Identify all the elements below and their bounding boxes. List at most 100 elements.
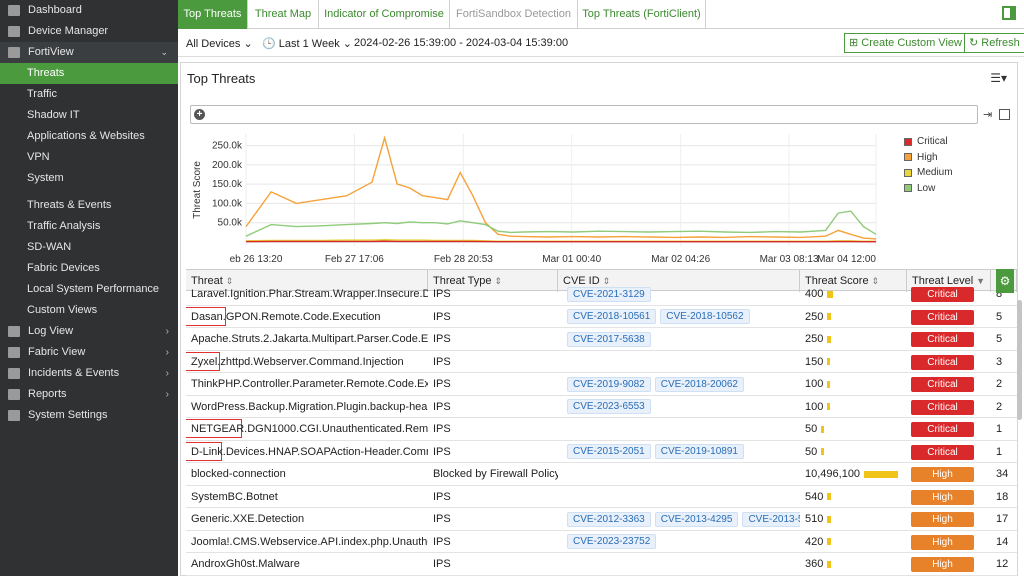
score-value: 510 <box>805 513 824 525</box>
table-row[interactable]: Generic.XXE.Detection IPS CVE-2012-3363 CVE… <box>186 508 1017 531</box>
table-row[interactable]: AndroxGh0st.Malware IPS 360 High 12 <box>186 553 1017 576</box>
tab-top-threats-forticlient[interactable]: Top Threats (FortiClient) <box>578 0 706 29</box>
table-row[interactable]: Joomla!.CMS.Webservice.API.index.php.Una… <box>186 531 1017 553</box>
cell-threat-score: 540 <box>800 486 907 508</box>
table-row[interactable]: Laravel.Ignition.Phar.Stream.Wrapper.Ins… <box>186 283 1017 306</box>
tab-fortisandbox-detection[interactable]: FortiSandbox Detection <box>450 0 578 29</box>
legend-item-critical[interactable]: Critical <box>904 136 948 147</box>
tab-indicator-of-compromise[interactable]: Indicator of Compromise <box>319 0 450 29</box>
cve-tag[interactable]: CVE-2013-4295 <box>654 511 739 527</box>
legend-swatch <box>904 153 912 161</box>
sidebar-subitem-label: Fabric Devices <box>27 262 100 274</box>
reports-icon <box>8 389 20 400</box>
sidebar-item-incidents-events[interactable]: Incidents & Events › <box>0 363 178 384</box>
legend-item-low[interactable]: Low <box>904 183 935 194</box>
cell-threat: AndroxGh0st.Malware <box>186 553 428 575</box>
refresh-button[interactable]: ↻ Refresh <box>964 33 1024 53</box>
sidebar-subitem-threats-events[interactable]: Threats & Events <box>0 195 178 216</box>
sidebar-subitem-label: Traffic <box>27 88 57 100</box>
tab-threat-map[interactable]: Threat Map <box>248 0 319 29</box>
sidebar-item-dashboard[interactable]: Dashboard <box>0 0 178 21</box>
legend-item-medium[interactable]: Medium <box>904 167 953 178</box>
table-row[interactable]: Zyxel.zhttpd.Webserver.Command.Injection… <box>186 351 1017 373</box>
cell-incidents: 5 <box>996 310 1003 323</box>
sidebar-subitem-label: Threats & Events <box>27 199 112 211</box>
threat-level-badge: High <box>911 557 974 572</box>
x-tick-label: Mar 01 00:40 <box>542 254 601 265</box>
cell-threat-score: 50 <box>800 441 907 463</box>
score-value: 250 <box>805 333 824 345</box>
sidebar-subitem-threats[interactable]: Threats <box>0 63 178 84</box>
chevron-down-icon: ⌄ <box>243 38 253 50</box>
sidebar-item-fabric-view[interactable]: Fabric View › <box>0 342 178 363</box>
score-bar <box>827 313 832 321</box>
cve-tag[interactable]: CVE-2023-6553 <box>567 399 651 415</box>
panel-toggle-icon[interactable] <box>1002 6 1016 20</box>
cve-tag[interactable]: CVE-2018-20062 <box>654 376 744 392</box>
tab-top-threats[interactable]: Top Threats <box>178 0 248 29</box>
table-row[interactable]: D-Link.Devices.HNAP.SOAPAction-Header.Co… <box>186 441 1017 463</box>
sidebar-item-log-view[interactable]: Log View › <box>0 321 178 342</box>
cell-threat-score: 360 <box>800 553 907 575</box>
cell-cve-id <box>558 351 800 373</box>
table-row[interactable]: Dasan.GPON.Remote.Code.Execution IPS CVE-2… <box>186 306 1017 328</box>
cve-tag[interactable]: CVE-2015-2051 <box>567 444 651 460</box>
sidebar-subitem-label: Shadow IT <box>27 109 80 121</box>
sidebar-item-fortiview[interactable]: FortiView ⌄ <box>0 42 178 63</box>
sidebar-subitem-applications-websites[interactable]: Applications & Websites <box>0 126 178 147</box>
cell-threat: Apache.Struts.2.Jakarta.Multipart.Parser… <box>186 328 428 350</box>
cell-incidents: 17 <box>996 513 1009 525</box>
column-settings-gear-icon[interactable]: ⚙ <box>996 269 1014 293</box>
cve-tag[interactable]: CVE-2018-10561 <box>567 309 657 325</box>
sidebar-subitem-fabric-devices[interactable]: Fabric Devices <box>0 258 178 279</box>
threats-table: Threat ⇕ Threat Type ⇕ CVE ID ⇕ Threat Scor… <box>186 269 1017 576</box>
table-row[interactable]: NETGEAR.DGN1000.CGI.Unauthenticated.Remo… <box>186 418 1017 441</box>
cve-tag[interactable]: CVE-2012-3363 <box>567 511 651 527</box>
table-row[interactable]: WordPress.Backup.Migration.Plugin.backup… <box>186 396 1017 418</box>
sidebar-subitem-traffic[interactable]: Traffic <box>0 84 178 105</box>
score-value: 100 <box>805 400 824 413</box>
collapse-chart-icon[interactable] <box>999 109 1010 120</box>
cell-threat-type: IPS <box>433 423 451 435</box>
sidebar-subitem-vpn[interactable]: VPN <box>0 147 178 168</box>
panel-menu-icon[interactable]: ☰▾ <box>990 71 1007 85</box>
cve-tag[interactable]: CVE-2017-5638 <box>567 331 651 347</box>
table-row[interactable]: blocked-connection Blocked by Firewall Po… <box>186 463 1017 486</box>
sidebar-subitem-sd-wan[interactable]: SD-WAN <box>0 237 178 258</box>
search-input[interactable]: + <box>190 105 978 124</box>
cell-incidents: 5 <box>996 333 1003 345</box>
sidebar-item-reports[interactable]: Reports › <box>0 384 178 405</box>
cve-tag[interactable]: CVE-2013-501 <box>742 511 800 527</box>
cve-tag[interactable]: CVE-2021-3129 <box>567 286 651 302</box>
create-custom-view-button[interactable]: ⊞ Create Custom View <box>844 33 967 53</box>
devices-label: All Devices <box>186 38 241 50</box>
sidebar-subitem-traffic-analysis[interactable]: Traffic Analysis <box>0 216 178 237</box>
cve-tag[interactable]: CVE-2019-10891 <box>654 444 744 460</box>
sidebar-item-system-settings[interactable]: System Settings <box>0 405 178 426</box>
devices-dropdown[interactable]: All Devices ⌄ <box>186 37 253 50</box>
table-row[interactable]: SystemBC.Botnet IPS 540 High 18 <box>186 486 1017 508</box>
add-view-icon: ⊞ <box>849 37 859 49</box>
table-row[interactable]: ThinkPHP.Controller.Parameter.Remote.Cod… <box>186 373 1017 396</box>
cve-tag[interactable]: CVE-2018-10562 <box>660 309 750 325</box>
y-tick-label: 100.0k <box>212 198 243 209</box>
add-filter-icon[interactable]: + <box>194 109 205 120</box>
x-tick-label: eb 26 13:20 <box>230 254 283 265</box>
sidebar-subitem-local-system-performance[interactable]: Local System Performance <box>0 279 178 300</box>
table-scrollbar[interactable] <box>1017 300 1022 420</box>
period-dropdown[interactable]: 🕒 Last 1 Week ⌄ <box>262 37 352 50</box>
cve-tag[interactable]: CVE-2019-9082 <box>567 376 651 392</box>
cve-tag[interactable]: CVE-2023-23752 <box>567 534 657 550</box>
sidebar-subitem-shadow-it[interactable]: Shadow IT <box>0 105 178 126</box>
series-line-critical <box>245 240 876 243</box>
series-line-low <box>245 210 877 237</box>
export-icon[interactable]: ⇥ <box>983 108 992 121</box>
cell-incidents: 2 <box>996 400 1003 413</box>
threat-name: D-Link.Devices.HNAP.SOAPAction-Header.Co… <box>191 445 428 458</box>
sidebar-item-device-manager[interactable]: Device Manager <box>0 21 178 42</box>
sidebar-subitem-system[interactable]: System <box>0 168 178 189</box>
sidebar-subitem-custom-views[interactable]: Custom Views <box>0 300 178 321</box>
legend-item-high[interactable]: High <box>904 152 938 163</box>
table-row[interactable]: Apache.Struts.2.Jakarta.Multipart.Parser… <box>186 328 1017 351</box>
cell-threat-score: 250 <box>800 306 907 328</box>
